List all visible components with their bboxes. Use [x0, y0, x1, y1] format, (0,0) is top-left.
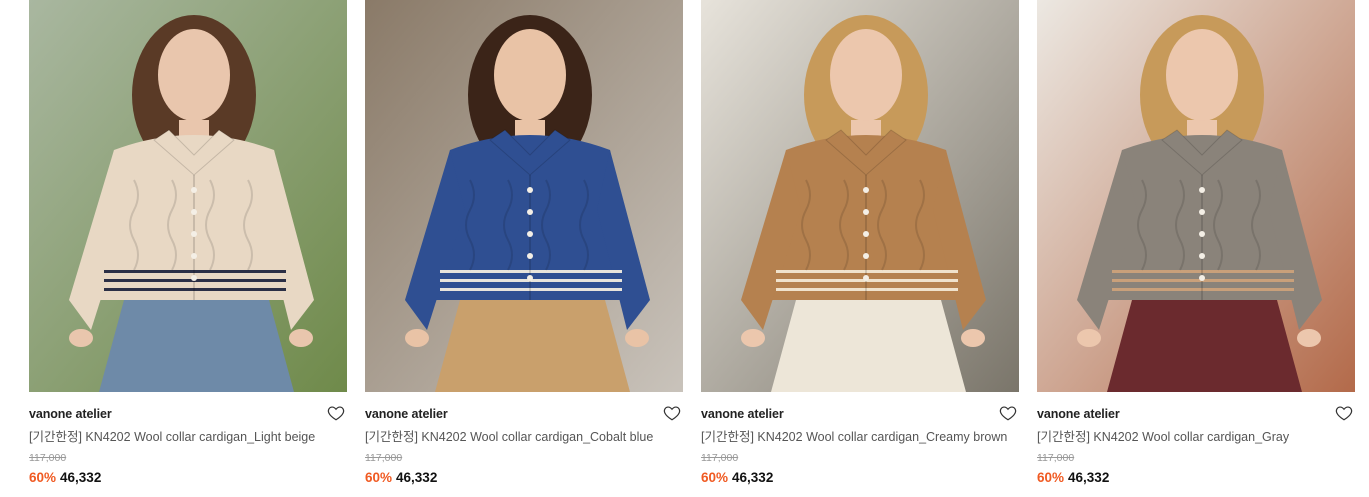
product-brand[interactable]: vanone atelier: [29, 406, 347, 422]
heart-icon[interactable]: [327, 404, 345, 422]
product-title[interactable]: [기간한정] KN4202 Wool collar cardigan_Gray: [1037, 429, 1355, 445]
model-photo: [1037, 0, 1355, 392]
sale-price: 46,332: [396, 470, 438, 485]
product-image[interactable]: [701, 0, 1019, 392]
product-title[interactable]: [기간한정] KN4202 Wool collar cardigan_Cobal…: [365, 429, 683, 445]
product-info: vanone atelier [기간한정] KN4202 Wool collar…: [365, 392, 683, 486]
product-image[interactable]: [365, 0, 683, 392]
price-row: 60% 46,332: [365, 469, 683, 486]
discount-rate: 60%: [365, 470, 393, 485]
heart-icon[interactable]: [999, 404, 1017, 422]
product-image[interactable]: [1037, 0, 1355, 392]
model-photo: [29, 0, 347, 392]
sale-price: 46,332: [60, 470, 102, 485]
discount-rate: 60%: [1037, 470, 1065, 485]
discount-rate: 60%: [29, 470, 57, 485]
product-brand[interactable]: vanone atelier: [1037, 406, 1355, 422]
product-title[interactable]: [기간한정] KN4202 Wool collar cardigan_Cream…: [701, 429, 1019, 445]
product-card[interactable]: vanone atelier [기간한정] KN4202 Wool collar…: [701, 0, 1019, 486]
product-info: vanone atelier [기간한정] KN4202 Wool collar…: [29, 392, 347, 486]
original-price: 117,000: [701, 452, 739, 464]
price-row: 60% 46,332: [1037, 469, 1355, 486]
product-title[interactable]: [기간한정] KN4202 Wool collar cardigan_Light…: [29, 429, 347, 445]
sale-price: 46,332: [1068, 470, 1110, 485]
product-brand[interactable]: vanone atelier: [365, 406, 683, 422]
original-price: 117,000: [29, 452, 67, 464]
product-info: vanone atelier [기간한정] KN4202 Wool collar…: [701, 392, 1019, 486]
model-photo: [701, 0, 1019, 392]
model-photo: [365, 0, 683, 392]
product-brand[interactable]: vanone atelier: [701, 406, 1019, 422]
price-row: 60% 46,332: [701, 469, 1019, 486]
original-price: 117,000: [1037, 452, 1075, 464]
product-card[interactable]: vanone atelier [기간한정] KN4202 Wool collar…: [365, 0, 683, 486]
sale-price: 46,332: [732, 470, 774, 485]
product-info: vanone atelier [기간한정] KN4202 Wool collar…: [1037, 392, 1355, 486]
heart-icon[interactable]: [1335, 404, 1353, 422]
product-image[interactable]: [29, 0, 347, 392]
product-card[interactable]: vanone atelier [기간한정] KN4202 Wool collar…: [29, 0, 347, 486]
product-grid: vanone atelier [기간한정] KN4202 Wool collar…: [29, 0, 1355, 486]
discount-rate: 60%: [701, 470, 729, 485]
price-row: 60% 46,332: [29, 469, 347, 486]
product-card[interactable]: vanone atelier [기간한정] KN4202 Wool collar…: [1037, 0, 1355, 486]
original-price: 117,000: [365, 452, 403, 464]
heart-icon[interactable]: [663, 404, 681, 422]
